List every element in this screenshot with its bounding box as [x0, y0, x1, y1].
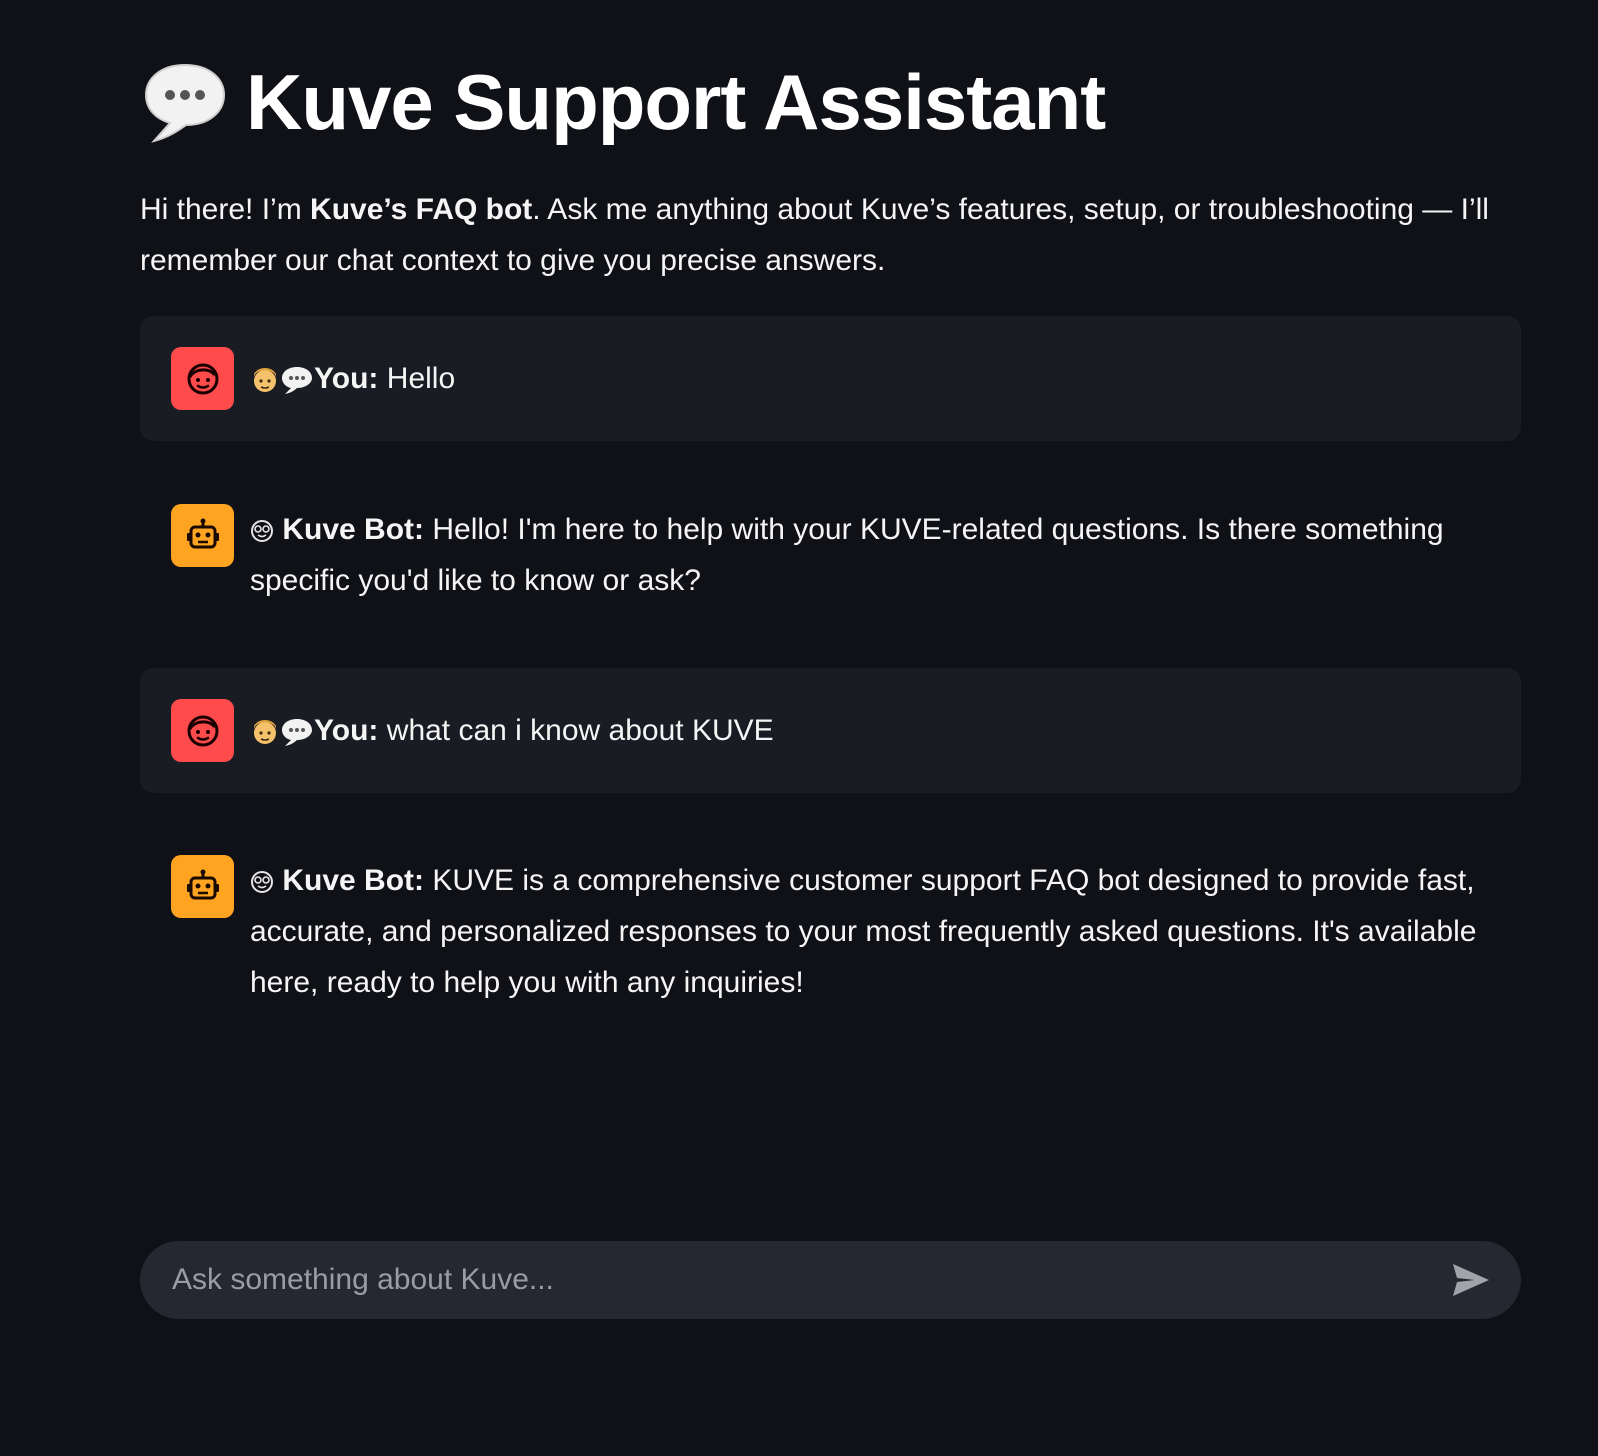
chat-message-user: You: what can i know about KUVE — [140, 668, 1521, 793]
user-face-icon — [187, 363, 218, 394]
intro-text: Hi there! I’m Kuve’s FAQ bot. Ask me any… — [140, 184, 1520, 286]
speech-balloon-icon — [144, 63, 226, 143]
chat-message-content: Kuve Bot: Hello! I'm here to help with y… — [250, 504, 1520, 606]
bot-avatar — [171, 504, 234, 567]
send-arrow-icon — [1453, 1264, 1489, 1296]
chat-message-user: You: Hello — [140, 316, 1521, 441]
chat-message-content: You: Hello — [250, 347, 455, 404]
page-title: Kuve Support Assistant — [246, 58, 1106, 146]
speaker-label: Kuve Bot: — [282, 864, 425, 897]
speaker-label: Kuve Bot: — [282, 513, 425, 546]
user-avatar — [171, 347, 234, 410]
chat-input-bar — [140, 1241, 1521, 1319]
app-root: Kuve Support Assistant Hi there! I’m Kuv… — [0, 0, 1598, 1456]
message-text: what can i know about KUVE — [378, 714, 774, 747]
user-face-icon — [187, 715, 218, 746]
person-emoji-icon — [254, 368, 276, 393]
person-emoji-icon — [254, 720, 276, 745]
speaker-label: You: — [314, 362, 379, 395]
intro-prefix: Hi there! I’m — [140, 193, 311, 226]
chat-message-assistant: Kuve Bot: Hello! I'm here to help with y… — [140, 504, 1521, 606]
speech-balloon-icon — [282, 367, 312, 395]
message-text: Hello! I'm here to help with your KUVE-r… — [250, 513, 1444, 597]
intro-bold: Kuve’s FAQ bot — [310, 193, 533, 226]
send-button[interactable] — [1449, 1258, 1493, 1302]
chat-message-assistant: Kuve Bot: KUVE is a comprehensive custom… — [140, 855, 1521, 1008]
nerd-face-emoji-icon — [251, 871, 273, 894]
chat-input-field[interactable] — [172, 1263, 1449, 1297]
speech-balloon-icon — [282, 719, 312, 747]
chat-message-content: You: what can i know about KUVE — [250, 699, 774, 756]
robot-face-icon — [186, 869, 219, 899]
message-text: KUVE is a comprehensive customer support… — [250, 864, 1477, 999]
message-text: Hello — [378, 362, 456, 395]
bot-avatar — [171, 855, 234, 918]
chat-message-content: Kuve Bot: KUVE is a comprehensive custom… — [250, 855, 1480, 1008]
speaker-label: You: — [314, 714, 379, 747]
user-avatar — [171, 699, 234, 762]
page-header: Kuve Support Assistant — [140, 52, 1106, 152]
robot-face-icon — [186, 518, 219, 548]
nerd-face-emoji-icon — [251, 520, 273, 543]
